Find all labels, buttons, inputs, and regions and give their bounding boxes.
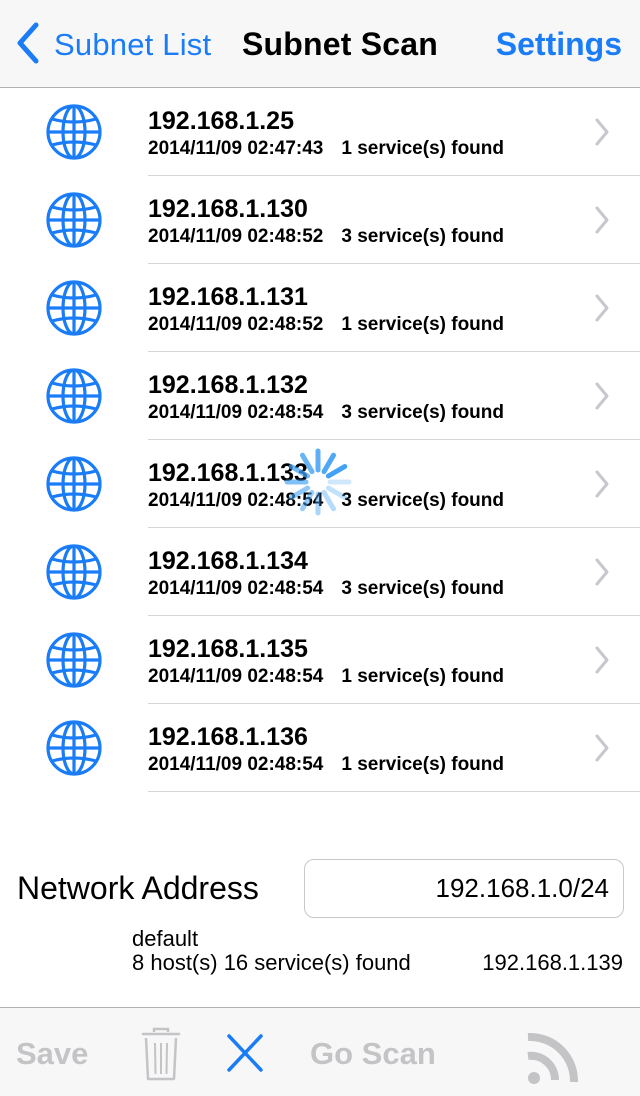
host-detail: 2014/11/09 02:47:43 1 service(s) found — [148, 138, 504, 160]
chevron-right-icon — [594, 469, 610, 499]
chevron-right-icon — [594, 557, 610, 587]
chevron-right-icon — [594, 117, 610, 147]
host-row[interactable]: 192.168.1.136 2014/11/09 02:48:54 1 servi… — [0, 704, 640, 792]
host-row[interactable]: 192.168.1.130 2014/11/09 02:48:52 3 servi… — [0, 176, 640, 264]
host-scan-time: 2014/11/09 02:48:54 — [148, 402, 324, 423]
host-row[interactable]: 192.168.1.134 2014/11/09 02:48:54 3 servi… — [0, 528, 640, 616]
host-ip: 192.168.1.135 — [148, 635, 308, 663]
globe-icon — [45, 103, 103, 161]
chevron-right-icon — [594, 733, 610, 763]
back-button[interactable]: Subnet List — [14, 22, 211, 68]
host-detail: 2014/11/09 02:48:52 3 service(s) found — [148, 226, 504, 248]
host-row[interactable]: 192.168.1.132 2014/11/09 02:48:54 3 servi… — [0, 352, 640, 440]
close-icon[interactable] — [225, 1032, 265, 1074]
host-scan-time: 2014/11/09 02:48:52 — [148, 226, 324, 247]
host-services-count: 3 service(s) found — [341, 226, 504, 247]
host-ip: 192.168.1.134 — [148, 547, 308, 575]
go-scan-button[interactable]: Go Scan — [310, 1036, 436, 1072]
chevron-right-icon — [594, 381, 610, 411]
chevron-left-icon — [14, 21, 42, 70]
host-scan-time: 2014/11/09 02:48:52 — [148, 314, 324, 335]
host-ip: 192.168.1.131 — [148, 283, 308, 311]
host-services-count: 1 service(s) found — [341, 666, 504, 687]
save-button[interactable]: Save — [16, 1036, 88, 1072]
globe-icon — [45, 191, 103, 249]
host-scan-time: 2014/11/09 02:47:43 — [148, 138, 324, 159]
page-title: Subnet Scan — [242, 26, 439, 62]
globe-icon — [45, 455, 103, 513]
activity-spinner — [283, 447, 353, 517]
scan-summary: 8 host(s) 16 service(s) found — [132, 950, 411, 975]
host-detail: 2014/11/09 02:48:54 1 service(s) found — [148, 666, 504, 688]
host-row[interactable]: 192.168.1.131 2014/11/09 02:48:52 1 servi… — [0, 264, 640, 352]
host-row[interactable]: 192.168.1.135 2014/11/09 02:48:54 1 servi… — [0, 616, 640, 704]
host-detail: 2014/11/09 02:48:54 3 service(s) found — [148, 402, 504, 424]
navigation-bar: Subnet List Subnet Scan Settings — [0, 0, 640, 88]
host-row[interactable]: 192.168.1.25 2014/11/09 02:47:43 1 servic… — [0, 88, 640, 176]
host-ip: 192.168.1.130 — [148, 195, 308, 223]
globe-icon — [45, 543, 103, 601]
host-ip: 192.168.1.132 — [148, 371, 308, 399]
host-scan-time: 2014/11/09 02:48:54 — [148, 578, 324, 599]
trash-icon[interactable] — [140, 1026, 182, 1082]
host-detail: 2014/11/09 02:48:54 3 service(s) found — [148, 578, 504, 600]
host-ip: 192.168.1.136 — [148, 723, 308, 751]
host-scan-time: 2014/11/09 02:48:54 — [148, 666, 324, 687]
globe-icon — [45, 367, 103, 425]
host-detail: 2014/11/09 02:48:52 1 service(s) found — [148, 314, 504, 336]
scan-profile-name: default — [132, 926, 199, 951]
rss-feed-icon[interactable] — [525, 1028, 579, 1086]
bottom-toolbar: Save Go Scan — [0, 1007, 640, 1096]
chevron-right-icon — [594, 205, 610, 235]
globe-icon — [45, 719, 103, 777]
host-detail: 2014/11/09 02:48:54 1 service(s) found — [148, 754, 504, 776]
globe-icon — [45, 631, 103, 689]
network-address-input[interactable] — [304, 859, 624, 918]
host-services-count: 1 service(s) found — [341, 138, 504, 159]
settings-button[interactable]: Settings — [496, 26, 622, 63]
globe-icon — [45, 279, 103, 337]
chevron-right-icon — [594, 645, 610, 675]
network-address-label: Network Address — [17, 870, 259, 906]
host-services-count: 1 service(s) found — [341, 314, 504, 335]
host-services-count: 3 service(s) found — [341, 578, 504, 599]
back-button-label: Subnet List — [54, 27, 212, 62]
chevron-right-icon — [594, 293, 610, 323]
current-ip-address: 192.168.1.139 — [482, 950, 623, 975]
host-list: 192.168.1.25 2014/11/09 02:47:43 1 servic… — [0, 88, 640, 792]
host-services-count: 3 service(s) found — [341, 490, 504, 511]
host-ip: 192.168.1.25 — [148, 107, 294, 135]
host-scan-time: 2014/11/09 02:48:54 — [148, 754, 324, 775]
host-services-count: 1 service(s) found — [341, 754, 504, 775]
host-services-count: 3 service(s) found — [341, 402, 504, 423]
